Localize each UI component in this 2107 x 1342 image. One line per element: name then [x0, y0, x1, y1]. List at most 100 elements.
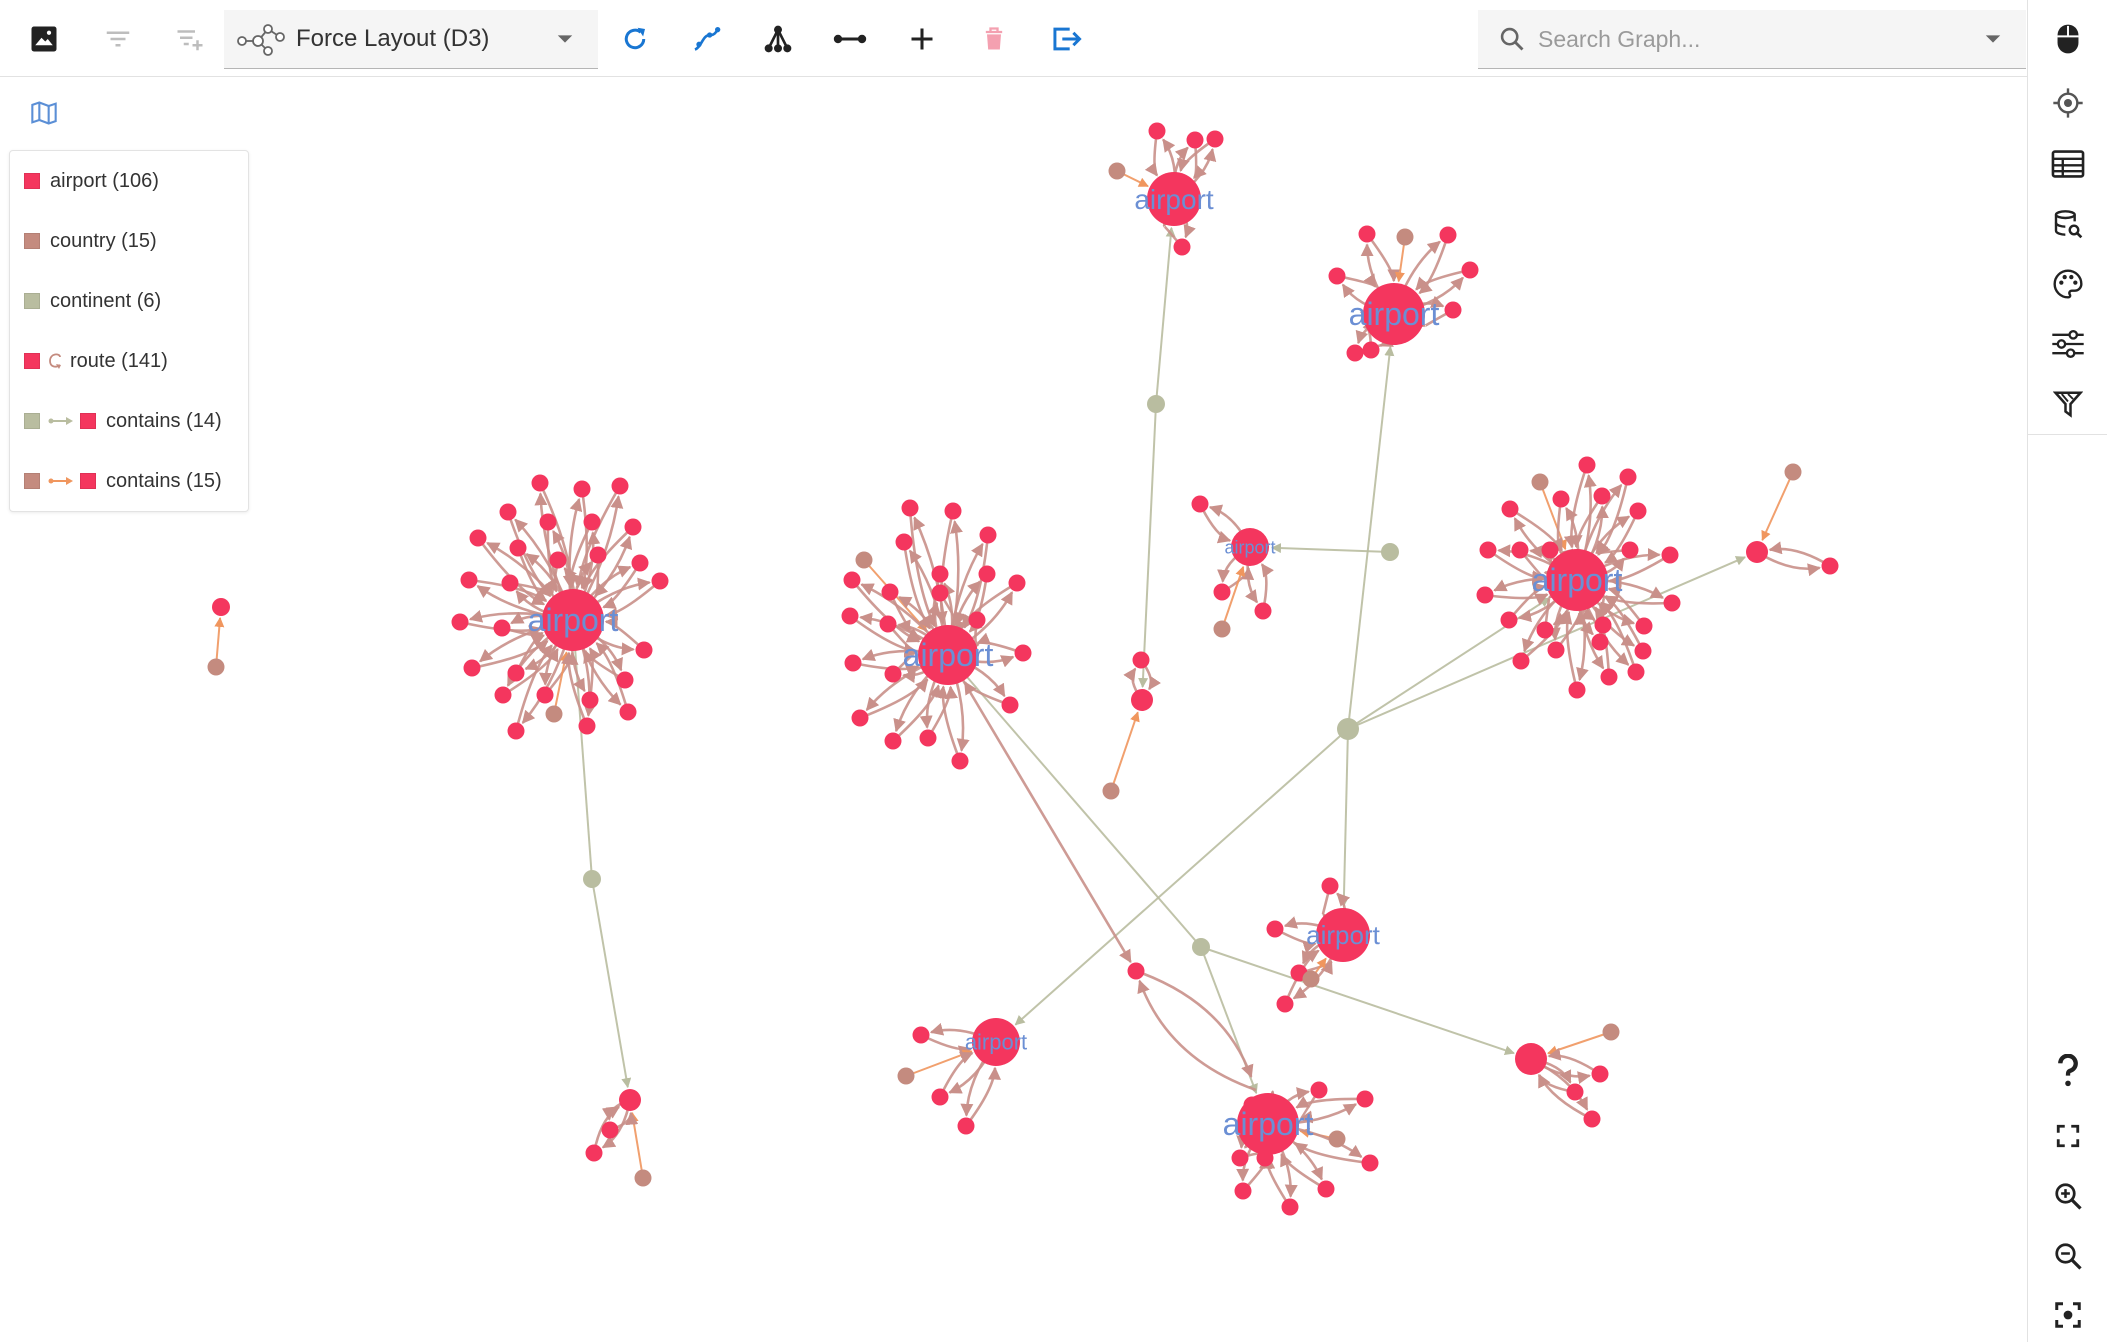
- plus-icon: [911, 28, 933, 50]
- country-node: [634, 1169, 652, 1187]
- fullscreen-icon: [2056, 1124, 2080, 1148]
- contains-edge: [1338, 728, 1349, 908]
- add-edge-button[interactable]: [825, 14, 875, 64]
- country-node: [1302, 970, 1320, 988]
- airport-node: [1552, 490, 1570, 508]
- self-loop-icon: [49, 353, 61, 369]
- node-label: airport: [903, 637, 994, 673]
- help-button[interactable]: [2043, 1046, 2093, 1096]
- zoom-out-button[interactable]: [2043, 1231, 2093, 1281]
- legend-item-label: country (15): [50, 229, 157, 252]
- airport-node: [619, 703, 637, 721]
- contains-edge: [1347, 345, 1395, 730]
- node-label: airport: [1306, 920, 1380, 950]
- country-node: [1102, 782, 1120, 800]
- right-sidebar: [2027, 0, 2107, 1342]
- delete-button[interactable]: [969, 14, 1019, 64]
- fit-to-screen-button[interactable]: [2043, 1290, 2093, 1340]
- airport-node: [1536, 621, 1554, 639]
- airport-node: [493, 619, 511, 637]
- country-node: [1396, 228, 1414, 246]
- airport-node: [1358, 225, 1376, 243]
- filter-panel-button[interactable]: [2043, 379, 2093, 429]
- airport-node: [589, 546, 607, 564]
- query-button[interactable]: [2043, 199, 2093, 249]
- legend-item-route[interactable]: route (141): [24, 346, 168, 376]
- fullscreen-button[interactable]: [2043, 1111, 2093, 1161]
- chevron-down-icon: [1985, 35, 2001, 43]
- zoom-in-button[interactable]: [2043, 1171, 2093, 1221]
- airport-node: [1619, 468, 1637, 486]
- contains-edge: [591, 878, 632, 1089]
- airport-node: [1346, 344, 1364, 362]
- airport-node: [1541, 541, 1559, 559]
- graph-canvas[interactable]: airport airport airport airport airport airpo…: [0, 76, 2027, 1342]
- airport-node: [1234, 1182, 1252, 1200]
- airport-node: [583, 513, 601, 531]
- expand-neighbors-button[interactable]: [753, 14, 803, 64]
- path-finder-button[interactable]: [682, 14, 732, 64]
- layout-select-value: Force Layout (D3): [296, 25, 490, 52]
- airport-node: [1361, 1154, 1379, 1172]
- export-image-button[interactable]: [19, 14, 69, 64]
- airport-node: [931, 1088, 949, 1106]
- zoom-out-icon: [2055, 1243, 2082, 1270]
- airport-node: [1132, 651, 1150, 669]
- route-edge: [1135, 969, 1254, 1079]
- refresh-layout-button[interactable]: [610, 14, 660, 64]
- legend-item-continent[interactable]: continent (6): [24, 286, 161, 316]
- airport-node: [884, 732, 902, 750]
- graph-legend: airport (106) country (15) continent (6)…: [9, 150, 249, 512]
- legend-item-label: continent (6): [50, 289, 162, 312]
- country-node: [1531, 473, 1549, 491]
- add-node-button[interactable]: [897, 14, 947, 64]
- airport-node: [1281, 1198, 1299, 1216]
- country-node: [1108, 162, 1126, 180]
- airport-node: [1512, 652, 1530, 670]
- search-graph-input[interactable]: Search Graph...: [1538, 26, 1700, 53]
- crosshair-icon: [2053, 88, 2083, 118]
- table-view-button[interactable]: [2043, 139, 2093, 189]
- airport-node: [912, 1026, 930, 1044]
- legend-item-airport[interactable]: airport (106): [24, 166, 159, 196]
- airport-node: [635, 641, 653, 659]
- airport-node: [536, 686, 554, 704]
- settings-button[interactable]: [2043, 319, 2093, 369]
- legend-swatch: [80, 473, 96, 489]
- center-graph-button[interactable]: [2043, 78, 2093, 128]
- image-icon: [31, 26, 57, 52]
- mouse-icon: [2057, 24, 2079, 54]
- legend-item-contains-country[interactable]: contains (15): [24, 466, 222, 496]
- legend-toggle-button[interactable]: [26, 95, 62, 131]
- search-graph-field[interactable]: Search Graph...: [1478, 10, 2026, 69]
- country-node: [855, 551, 873, 569]
- airport-node: [499, 503, 517, 521]
- filter-add-icon: [177, 30, 203, 51]
- airport-node: [1362, 341, 1380, 359]
- contains-edge: [1761, 471, 1794, 542]
- airport-node: [1439, 226, 1457, 244]
- airport-node: [844, 654, 862, 672]
- add-filter-button[interactable]: [165, 14, 215, 64]
- legend-item-contains-continent[interactable]: contains (14): [24, 406, 222, 436]
- airport-node: [1627, 663, 1645, 681]
- legend-item-country[interactable]: country (15): [24, 226, 157, 256]
- filter-button[interactable]: [93, 14, 143, 64]
- route-edge: [946, 654, 1132, 964]
- label-layer: airport airport airport airport airport airpo…: [528, 184, 1623, 1142]
- continent-node: [583, 870, 601, 888]
- airport-node: [578, 717, 596, 735]
- airport-node: [1317, 1180, 1335, 1198]
- airport-node: [463, 659, 481, 677]
- layout-select[interactable]: Force Layout (D3): [224, 10, 598, 69]
- airport-node: [1583, 1110, 1601, 1128]
- mouse-mode-button[interactable]: [2043, 14, 2093, 64]
- style-button[interactable]: [2043, 259, 2093, 309]
- export-button[interactable]: [1041, 14, 1091, 64]
- node-label: airport: [1224, 537, 1275, 557]
- airport-node: [1206, 130, 1224, 148]
- contains-edge: [905, 1049, 973, 1077]
- airport-node: [469, 529, 487, 547]
- node-label: airport: [1532, 562, 1623, 598]
- chevron-down-icon: [557, 35, 573, 43]
